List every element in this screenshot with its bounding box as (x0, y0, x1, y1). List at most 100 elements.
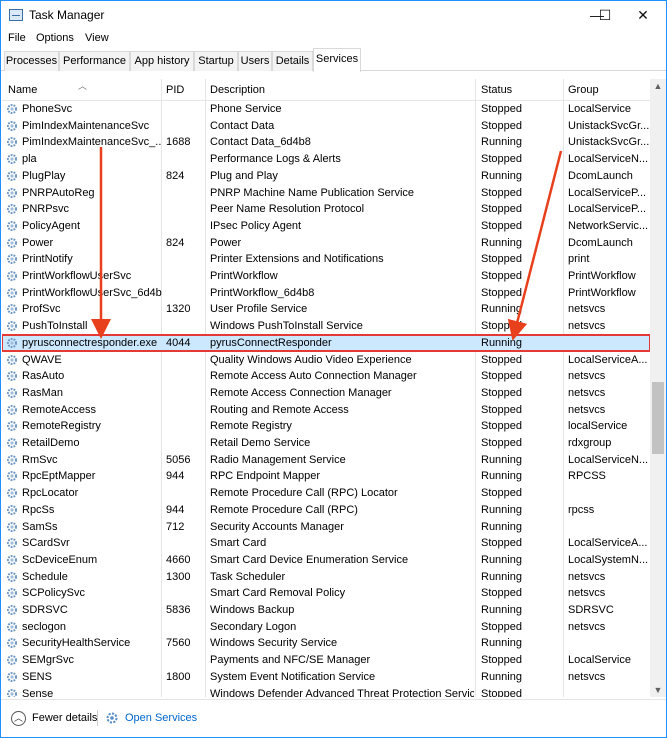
table-row[interactable]: QWAVE Quality Windows Audio Video Experie… (2, 352, 650, 369)
column-header-group[interactable]: Group (568, 84, 599, 96)
table-row[interactable]: Sense Windows Defender Advanced Threat Pr… (2, 686, 650, 698)
table-row[interactable]: SENS 1800 System Event Notification Servic… (2, 669, 650, 686)
service-group: LocalServiceP... (568, 186, 647, 199)
table-row[interactable]: RasMan Remote Access Connection Manager St… (2, 385, 650, 402)
table-row[interactable]: SamSs 712 Security Accounts Manager Running (2, 519, 650, 536)
table-row[interactable]: ScDeviceEnum 4660 Smart Card Device Enumer… (2, 552, 650, 569)
vertical-scrollbar[interactable]: ▲ ▼ (650, 79, 666, 697)
service-description: Windows Defender Advanced Threat Protect… (210, 687, 474, 698)
service-name: PlugPlay (22, 169, 66, 182)
table-row[interactable]: PrintWorkflowUserSvc PrintWorkflow Stopped… (2, 268, 650, 285)
tab-details[interactable]: Details (272, 51, 313, 71)
table-row[interactable]: SDRSVC 5836 Windows Backup Running SDRSVC (2, 602, 650, 619)
service-gear-icon (6, 387, 18, 399)
scroll-down-arrow-icon[interactable]: ▼ (650, 683, 666, 697)
table-row[interactable]: PushToInstall Windows PushToInstall Servi… (2, 318, 650, 335)
service-status: Running (481, 236, 522, 249)
table-row[interactable]: pla Performance Logs & Alerts Stopped Local… (2, 151, 650, 168)
column-header-pid[interactable]: PID (166, 84, 184, 96)
service-status: Stopped (481, 119, 522, 132)
table-row[interactable]: SCardSvr Smart Card Stopped LocalServiceA..… (2, 535, 650, 552)
table-row[interactable]: RetailDemo Retail Demo Service Stopped rdxg… (2, 435, 650, 452)
service-group: SDRSVC (568, 604, 614, 616)
table-row[interactable]: PhoneSvc Phone Service Stopped LocalService (2, 101, 650, 118)
service-name: ScDeviceEnum (22, 553, 98, 566)
service-pid: 7560 (166, 637, 191, 650)
service-pid: 1800 (166, 670, 191, 683)
service-gear-icon (6, 237, 18, 249)
service-status: Stopped (481, 386, 522, 399)
tab-services[interactable]: Services (313, 48, 361, 72)
open-services-link[interactable]: Open Services (125, 712, 197, 724)
table-row[interactable]: ProfSvc 1320 User Profile Service Running ne… (2, 301, 650, 318)
service-gear-icon (6, 103, 18, 115)
service-gear-icon (6, 470, 18, 482)
fewer-details-button[interactable]: Fewer details (32, 712, 97, 724)
service-description: Routing and Remote Access (210, 403, 349, 416)
table-row[interactable]: PNRPAutoReg PNRP Machine Name Publication… (2, 185, 650, 202)
table-row[interactable]: RemoteRegistry Remote Registry Stopped loca… (2, 418, 650, 435)
scrollbar-thumb[interactable] (652, 382, 664, 454)
service-gear-icon (6, 654, 18, 666)
service-description: PrintWorkflow (210, 270, 278, 282)
tab-app-history[interactable]: App history (130, 51, 194, 71)
column-header-name[interactable]: Name (8, 84, 37, 96)
tab-startup[interactable]: Startup (194, 51, 238, 71)
table-row[interactable]: PimIndexMaintenanceSvc_... 1688 Contact Da… (2, 134, 650, 151)
table-row[interactable]: SCPolicySvc Smart Card Removal Policy Stop… (2, 585, 650, 602)
table-row[interactable]: PlugPlay 824 Plug and Play Running DcomLaunc… (2, 168, 650, 185)
service-group: netsvcs (568, 320, 606, 333)
window-title: Task Manager (29, 8, 105, 22)
menu-options[interactable]: Options (36, 32, 74, 44)
service-gear-icon (6, 136, 18, 148)
service-gear-icon (6, 404, 18, 416)
table-row[interactable]: RpcLocator Remote Procedure Call (RPC) Lo… (2, 485, 650, 502)
column-header-status[interactable]: Status (481, 84, 512, 96)
service-gear-icon (6, 437, 18, 449)
table-row[interactable]: PrintNotify Printer Extensions and Notifi… (2, 251, 650, 268)
table-row[interactable]: RpcSs 944 Remote Procedure Call (RPC) Runni… (2, 502, 650, 519)
service-name: PrintWorkflowUserSvc_6d4b8 (22, 286, 162, 299)
menu-file[interactable]: File (8, 32, 26, 44)
title-bar[interactable]: Task Manager — ☐ ✕ (1, 1, 666, 30)
service-status: Running (481, 453, 522, 466)
table-row[interactable]: seclogon Secondary Logon Stopped netsvcs (2, 619, 650, 636)
service-description: Remote Access Connection Manager (210, 386, 392, 399)
service-group: UnistackSvcGr... (568, 119, 650, 132)
table-row[interactable]: PrintWorkflowUserSvc_6d4b8 PrintWorkflow_… (2, 285, 650, 302)
service-status: Stopped (481, 186, 522, 199)
table-row[interactable]: RemoteAccess Routing and Remote Access Sto… (2, 402, 650, 419)
tab-performance[interactable]: Performance (59, 51, 130, 71)
table-row[interactable]: RpcEptMapper 944 RPC Endpoint Mapper Runnin… (2, 468, 650, 485)
table-row-selected[interactable]: pyrusconnectresponder.exe 4044 pyrusConnec… (2, 333, 650, 353)
service-description: pyrusConnectResponder (210, 336, 332, 349)
service-name: seclogon (22, 620, 67, 633)
table-row[interactable]: SEMgrSvc Payments and NFC/SE Manager Stopp… (2, 652, 650, 669)
service-group: PrintWorkflow (568, 270, 636, 282)
service-name: SDRSVC (22, 604, 68, 616)
table-row[interactable]: PolicyAgent IPsec Policy Agent Stopped Netw… (2, 218, 650, 235)
table-row[interactable]: RasAuto Remote Access Auto Connection Man… (2, 368, 650, 385)
service-status: Running (481, 570, 522, 583)
tab-processes[interactable]: Processes (4, 51, 59, 71)
chevron-up-circle-icon[interactable]: ︿ (11, 711, 26, 726)
table-row[interactable]: SecurityHealthService 7560 Windows Securit… (2, 635, 650, 652)
tab-users[interactable]: Users (238, 51, 272, 71)
service-group: netsvcs (568, 570, 606, 583)
sort-ascending-icon: ︿ (78, 81, 88, 91)
service-group: netsvcs (568, 620, 606, 633)
scroll-up-arrow-icon[interactable]: ▲ (650, 79, 666, 93)
footer-divider (97, 710, 98, 726)
table-row[interactable]: PimIndexMaintenanceSvc Contact Data Stoppe… (2, 118, 650, 135)
menu-view[interactable]: View (85, 32, 109, 44)
table-row[interactable]: Power 824 Power Running DcomLaunch (2, 235, 650, 252)
column-header-description[interactable]: Description (210, 84, 265, 96)
close-button[interactable]: ✕ (620, 1, 666, 30)
table-row[interactable]: RmSvc 5056 Radio Management Service Running… (2, 452, 650, 469)
service-status: Stopped (481, 437, 522, 449)
table-row[interactable]: Schedule 1300 Task Scheduler Running netsvcs (2, 569, 650, 586)
service-pid: 944 (166, 470, 185, 483)
service-description: Plug and Play (210, 169, 278, 182)
table-row[interactable]: PNRPsvc Peer Name Resolution Protocol Stop… (2, 201, 650, 218)
service-name: Sense (22, 687, 54, 698)
